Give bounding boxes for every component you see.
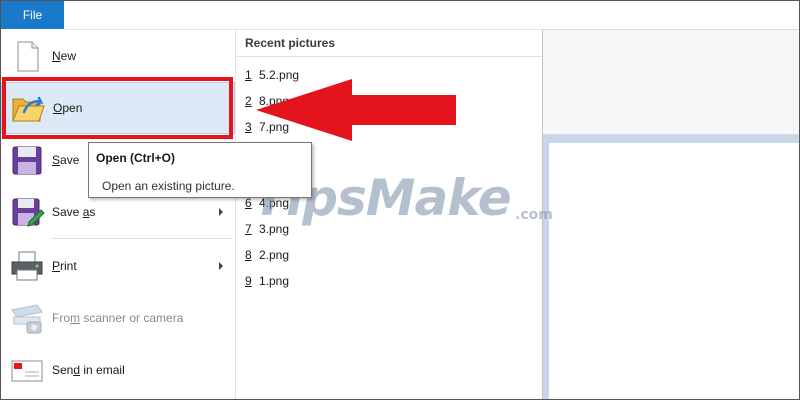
menu-item-open[interactable]: Open [1,82,235,134]
recent-pictures-header: Recent pictures [245,36,336,50]
menu-item-from-scanner-label: From scanner or camera [52,311,184,325]
recent-item-filename: 7.png [259,120,290,134]
save-disk-icon [9,142,45,178]
menu-item-new[interactable]: New [1,30,235,82]
paint-window: File New Open Save Save as Print From sc… [0,0,800,400]
recent-item-number: 2 [245,94,252,108]
menu-item-send-email[interactable]: Send in email [1,344,235,396]
file-tab[interactable]: File [1,1,64,29]
recent-item-filename: 2.png [259,248,290,262]
recent-item[interactable]: 2 8.png [245,92,289,110]
chevron-right-icon [219,262,223,270]
recent-item[interactable]: 7 3.png [245,220,289,238]
menu-separator [51,238,233,239]
file-menu-commands: New Open Save Save as Print From scanner… [1,30,236,399]
menu-item-send-email-label: Send in email [52,363,125,377]
new-document-icon [9,38,45,74]
open-tooltip: Open (Ctrl+O) Open an existing picture. [88,142,312,198]
recent-item-filename: 8.png [259,94,290,108]
drawing-canvas[interactable] [549,143,799,399]
recent-item-filename: 1.png [259,274,290,288]
tooltip-title: Open (Ctrl+O) [96,151,176,165]
menu-item-print-label: Print [52,259,77,273]
recent-item[interactable]: 8 2.png [245,246,289,264]
menu-item-from-scanner: From scanner or camera [1,292,235,344]
save-as-icon [9,194,45,230]
printer-icon [9,248,45,284]
file-menu: New Open Save Save as Print From scanner… [1,30,543,399]
ribbon-toolbar [543,30,799,135]
email-icon [9,352,45,388]
recent-item-number: 8 [245,248,252,262]
recent-item[interactable]: 9 1.png [245,272,289,290]
tooltip-description: Open an existing picture. [102,179,235,193]
ribbon-bar [543,1,799,30]
menu-item-save-as-label: Save as [52,205,96,219]
recent-item-number: 3 [245,120,252,134]
recent-item-filename: 5.2.png [259,68,300,82]
recent-item-number: 6 [245,196,252,210]
recent-item-number: 1 [245,68,252,82]
recent-item[interactable]: 1 5.2.png [245,66,299,84]
recent-header-divider [237,56,542,57]
menu-item-new-label: New [52,49,77,63]
menu-item-save-label: Save [52,153,80,167]
menu-header-strip [64,1,543,30]
chevron-right-icon [219,208,223,216]
open-folder-icon [10,90,46,126]
recent-item[interactable]: 3 7.png [245,118,289,136]
scanner-icon [9,300,45,336]
recent-item-number: 9 [245,274,252,288]
menu-item-open-label: Open [53,101,83,115]
recent-item-number: 7 [245,222,252,236]
recent-item-filename: 4.png [259,196,290,210]
recent-item-filename: 3.png [259,222,290,236]
menu-item-print[interactable]: Print [1,240,235,292]
